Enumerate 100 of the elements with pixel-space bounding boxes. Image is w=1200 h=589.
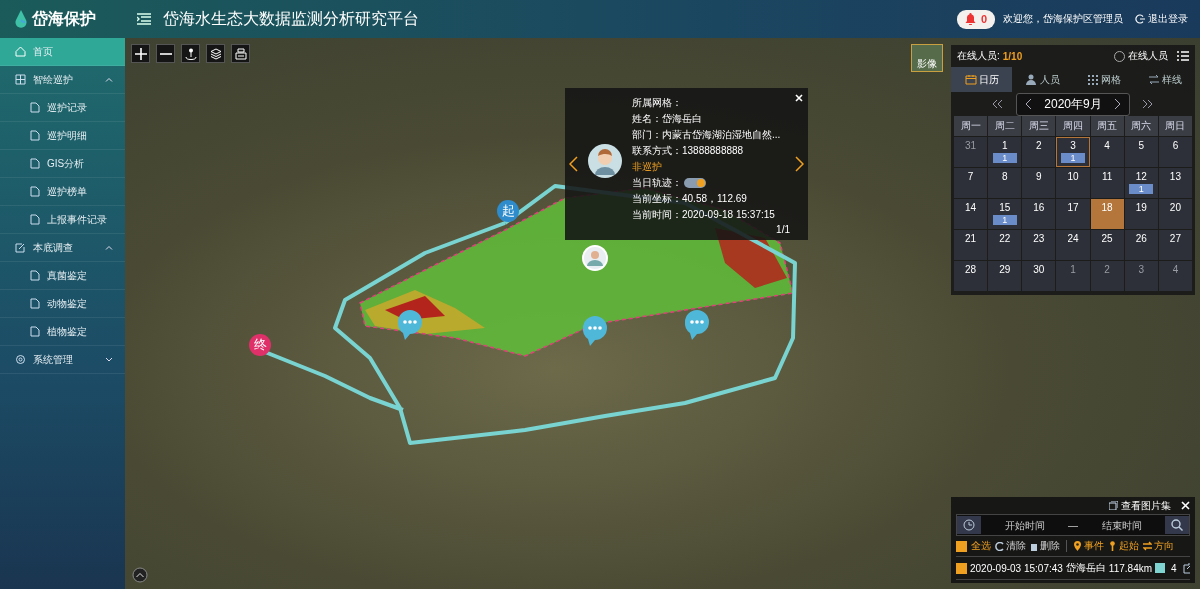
calendar-day[interactable]: 2 <box>1022 137 1056 167</box>
filter-label: 在线人员 <box>1128 49 1168 63</box>
message-bubble-icon[interactable] <box>397 310 422 340</box>
calendar-day[interactable]: 29 <box>988 261 1022 291</box>
zoom-in-button[interactable] <box>131 44 150 63</box>
track-toggle[interactable] <box>684 177 706 188</box>
calendar-day[interactable]: 4 <box>1090 137 1124 167</box>
edit-icon <box>15 242 26 253</box>
calendar-day[interactable]: 10 <box>1056 168 1090 198</box>
collapse-icon[interactable] <box>132 567 148 583</box>
layers-button[interactable] <box>206 44 225 63</box>
checkbox[interactable] <box>956 562 967 574</box>
legend-item: 事件 <box>1073 539 1104 553</box>
legend-item: 起始 <box>1108 539 1139 553</box>
weekday-header: 周三 <box>1022 116 1056 136</box>
weekday-header: 周四 <box>1056 116 1090 136</box>
close-icon[interactable] <box>1181 501 1190 510</box>
calendar-day[interactable]: 15 1 <box>988 199 1022 229</box>
record-count: 1 <box>1061 153 1085 163</box>
weekday-header: 周日 <box>1158 116 1192 136</box>
chevron-up-icon[interactable] <box>105 245 113 250</box>
checkbox[interactable] <box>956 540 967 552</box>
calendar-day[interactable]: 9 <box>1022 168 1056 198</box>
previous-month-icon[interactable] <box>1025 98 1033 110</box>
trash-icon <box>1030 541 1038 551</box>
start-time-field[interactable]: 开始时间 <box>981 518 1068 532</box>
calendar-day[interactable]: 30 <box>1022 261 1056 291</box>
info-text: 部门：内蒙古岱海湖泊湿地自然... <box>632 128 782 141</box>
calendar-day[interactable]: 7 <box>954 168 988 198</box>
alert-button[interactable]: 0 <box>956 9 995 29</box>
next-year-icon[interactable] <box>1141 99 1154 109</box>
calendar-day[interactable]: 2 <box>1090 261 1124 291</box>
next-month-icon[interactable] <box>1113 98 1121 110</box>
calendar-day[interactable]: 13 <box>1158 168 1192 198</box>
calendar-day[interactable]: 12 1 <box>1124 168 1158 198</box>
track-time: 2020-09-03 15:07:43 <box>970 562 1063 574</box>
location-button[interactable] <box>181 44 200 63</box>
calendar-day[interactable]: 4 <box>1158 261 1192 291</box>
map-pin[interactable]: 起 <box>497 200 519 222</box>
calendar-day[interactable]: 24 <box>1056 230 1090 260</box>
document-icon <box>30 102 40 113</box>
calendar-day[interactable]: 28 <box>954 261 988 291</box>
pushpin-icon <box>1108 541 1117 551</box>
imagery-layer-button[interactable]: 影像 <box>911 44 943 72</box>
calendar-day[interactable]: 17 <box>1056 199 1090 229</box>
document-icon <box>30 130 40 141</box>
delete-button[interactable]: 删除 <box>1030 539 1060 553</box>
panel-tab[interactable]: 人员 <box>1012 67 1073 92</box>
track-label: 当日轨迹： <box>632 176 682 189</box>
calendar-day[interactable]: 19 <box>1124 199 1158 229</box>
bell-icon <box>964 13 976 25</box>
info-text: 联系方式：13888888888 <box>632 144 745 157</box>
track-color-swatch[interactable] <box>1155 563 1166 573</box>
panel-tab[interactable]: 样线 <box>1134 67 1195 92</box>
list-icon[interactable] <box>1177 51 1189 61</box>
calendar-day[interactable]: 14 <box>954 199 988 229</box>
weekday-header: 周二 <box>988 116 1022 136</box>
calendar-day[interactable]: 11 <box>1090 168 1124 198</box>
satellite-map[interactable] <box>125 38 1200 589</box>
map-pin[interactable]: 终 <box>249 334 271 356</box>
clear-button[interactable]: 清除 <box>995 539 1026 553</box>
calendar-day[interactable]: 31 <box>954 137 988 167</box>
chevron-down-icon[interactable] <box>105 357 113 362</box>
calendar-day[interactable]: 6 <box>1158 137 1192 167</box>
calendar-day[interactable]: 3 <box>1124 261 1158 291</box>
export-icon[interactable] <box>1182 562 1190 574</box>
calendar-day[interactable]: 20 <box>1158 199 1192 229</box>
settings-icon <box>15 354 26 365</box>
swap-arrows-icon <box>1143 541 1152 551</box>
search-icon[interactable] <box>1171 519 1183 531</box>
panel-tab[interactable]: 日历 <box>951 67 1012 92</box>
message-bubble-icon[interactable] <box>684 310 709 340</box>
calendar-day[interactable]: 5 <box>1124 137 1158 167</box>
gallery-link[interactable]: 查看图片集 <box>1109 498 1171 513</box>
calendar-day[interactable]: 26 <box>1124 230 1158 260</box>
close-icon[interactable] <box>795 94 803 102</box>
calendar-day[interactable]: 21 <box>954 230 988 260</box>
calendar-day[interactable]: 23 <box>1022 230 1056 260</box>
zoom-out-button[interactable] <box>156 44 175 63</box>
calendar-day[interactable]: 1 <box>1056 261 1090 291</box>
gallery-icon <box>1109 501 1118 510</box>
calendar-day[interactable]: 22 <box>988 230 1022 260</box>
calendar-day[interactable]: 25 <box>1090 230 1124 260</box>
end-time-field[interactable]: 结束时间 <box>1078 518 1165 532</box>
logout-icon <box>1135 14 1145 24</box>
previous-year-icon[interactable] <box>992 99 1005 109</box>
calendar-day[interactable]: 27 <box>1158 230 1192 260</box>
print-button[interactable] <box>231 44 250 63</box>
calendar-day[interactable]: 8 <box>988 168 1022 198</box>
logout-button[interactable]: 退出登录 <box>1135 12 1188 26</box>
app-title: 岱海水生态大数据监测分析研究平台 <box>163 8 419 29</box>
info-text: 当前坐标：40.58，112.69 <box>632 192 748 205</box>
grid-icon <box>1086 74 1099 85</box>
message-bubble-icon[interactable] <box>582 316 607 346</box>
menu-icon[interactable] <box>137 13 151 25</box>
calendar-day[interactable]: 18 <box>1090 199 1124 229</box>
calendar-day[interactable]: 1 1 <box>988 137 1022 167</box>
panel-tab[interactable]: 网格 <box>1073 67 1134 92</box>
calendar-day[interactable]: 3 1 <box>1056 137 1090 167</box>
calendar-day[interactable]: 16 <box>1022 199 1056 229</box>
